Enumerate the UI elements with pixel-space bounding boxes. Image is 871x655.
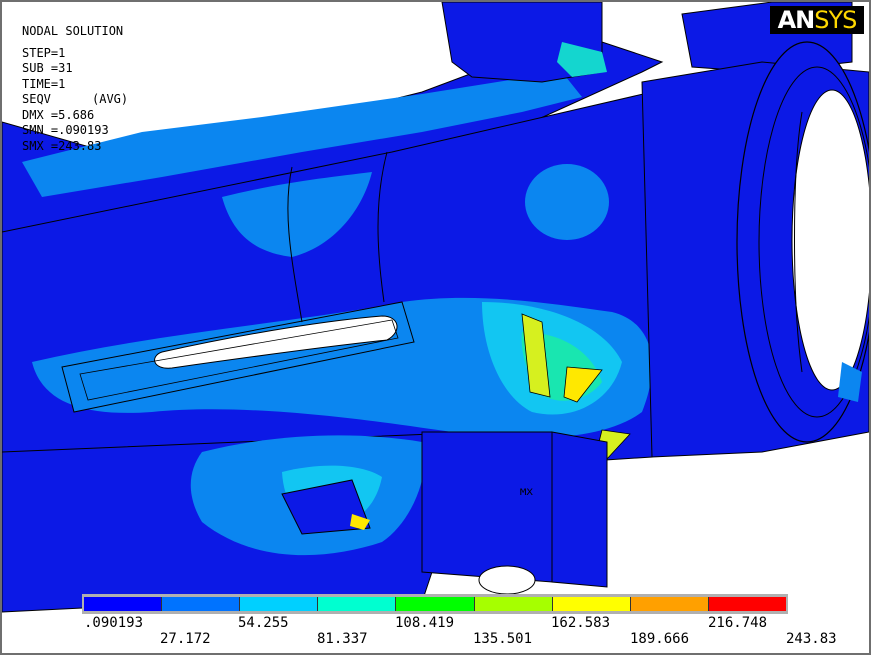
legend-label-6: 162.583 — [551, 615, 611, 631]
logo-sys: SYS — [814, 6, 857, 34]
solution-title: NODAL SOLUTION — [22, 24, 124, 38]
substep-readout: SUB =31 — [22, 61, 73, 75]
legend-label-5: 135.501 — [473, 631, 533, 647]
stress-contour-model[interactable] — [2, 2, 869, 653]
legend-swatch-7 — [630, 597, 709, 611]
lower-block-front — [551, 431, 608, 588]
averaging-mode: (AVG) — [92, 92, 129, 106]
legend-swatch-2 — [240, 597, 319, 611]
legend-label-2: 54.255 — [238, 615, 289, 631]
legend-swatch-6 — [552, 597, 631, 611]
shaft-contour-b — [525, 164, 609, 240]
bolt-hole — [478, 565, 536, 595]
contour-legend-bar — [82, 594, 788, 614]
dmx-readout: DMX =5.686 — [22, 107, 95, 122]
time-readout: TIME=1 — [22, 76, 66, 91]
legend-swatch-3 — [318, 597, 397, 611]
smx-readout: SMX =243.83 — [22, 138, 102, 153]
result-type-readout: SEQV (AVG) — [22, 92, 128, 108]
step-readout: STEP=1 — [22, 45, 66, 60]
legend-label-7: 189.666 — [630, 631, 690, 647]
legend-label-3: 81.337 — [317, 631, 368, 647]
legend-swatch-4 — [396, 597, 475, 611]
legend-label-9: 243.83 — [786, 631, 837, 647]
legend-label-1: 27.172 — [160, 631, 211, 647]
result-type: SEQV — [22, 92, 51, 106]
ansys-viewport[interactable]: NODAL SOLUTION STEP=1 SUB =31 TIME=1 SEQ… — [0, 0, 871, 655]
legend-swatch-8 — [708, 597, 786, 611]
lower-block-side — [421, 431, 553, 583]
legend-swatch-1 — [162, 597, 241, 611]
smn-readout: SMN =.090193 — [22, 123, 109, 137]
logo-an: AN — [777, 6, 816, 34]
legend-label-8: 216.748 — [708, 615, 768, 631]
legend-label-4: 108.419 — [395, 615, 455, 631]
legend-swatch-5 — [474, 597, 553, 611]
solution-info-panel: NODAL SOLUTION STEP=1 SUB =31 TIME=1 SEQ… — [22, 24, 128, 154]
ansys-logo: ANSYS — [770, 6, 864, 34]
legend-swatch-0 — [84, 597, 163, 611]
legend-label-0: .090193 — [84, 615, 144, 631]
max-stress-marker: MX — [519, 488, 533, 498]
flange-bore — [791, 89, 869, 391]
